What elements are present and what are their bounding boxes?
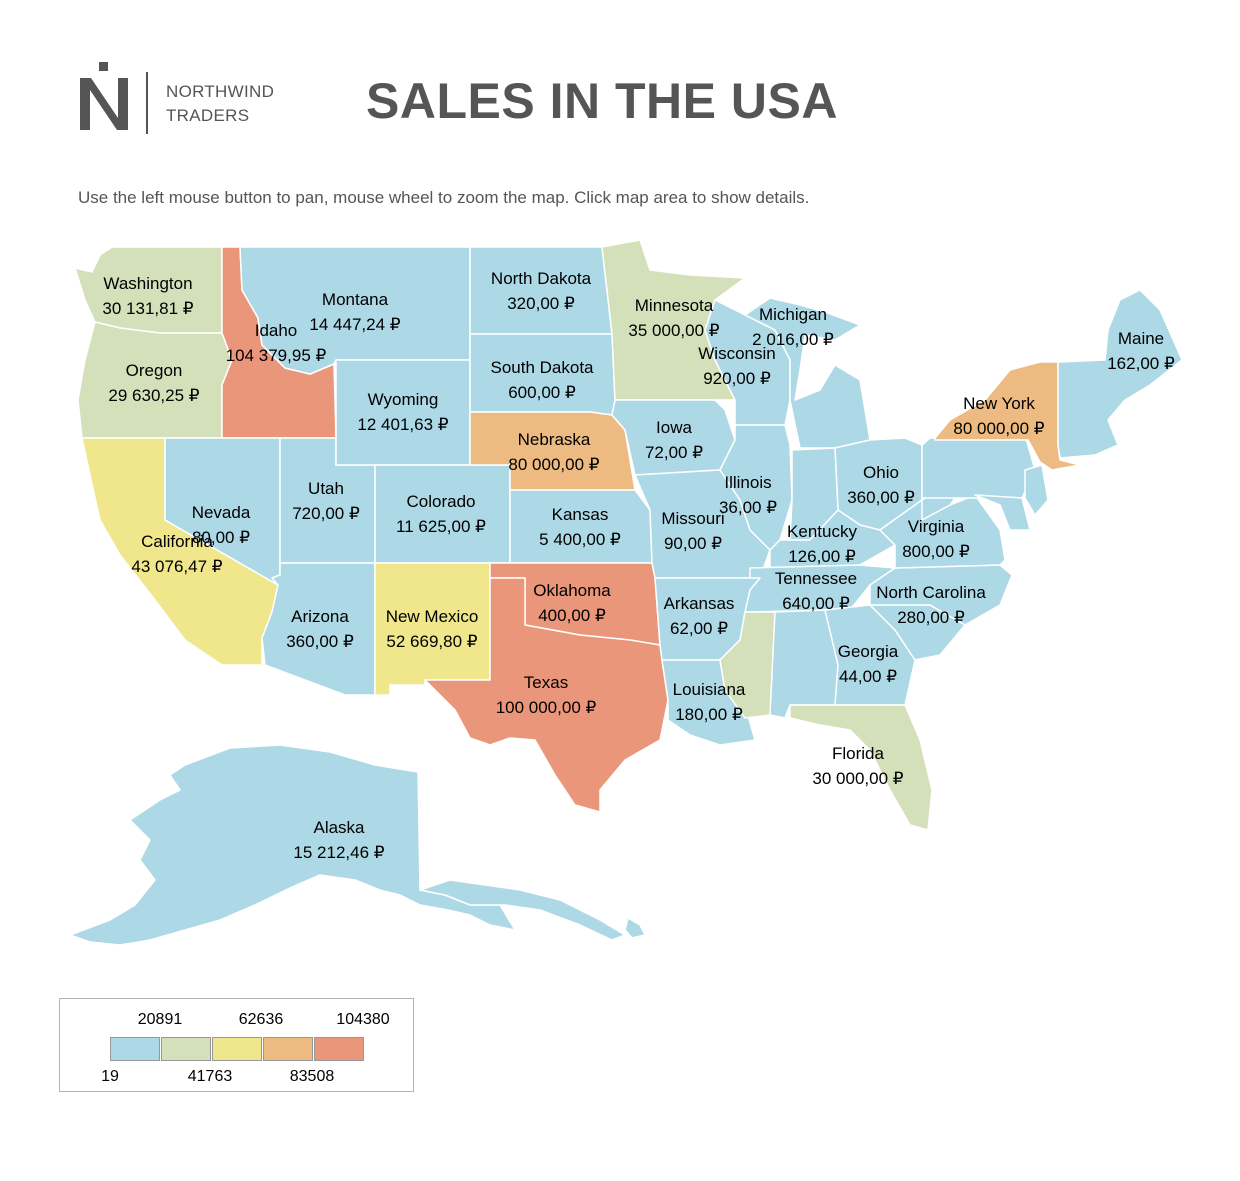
legend-tick-top-2: 62636	[238, 1011, 284, 1028]
state-oregon[interactable]	[77, 321, 233, 439]
legend-swatch-4	[263, 1037, 313, 1061]
legend-tick-bottom-2: 41763	[187, 1068, 233, 1085]
legend-tick-bottom-3: 83508	[289, 1068, 335, 1085]
state-florida[interactable]	[789, 704, 933, 831]
state-pennsylvania[interactable]	[921, 434, 1036, 499]
state-montana[interactable]	[239, 246, 471, 375]
state-north-dakota[interactable]	[469, 246, 613, 335]
state-new-england[interactable]	[1057, 289, 1183, 459]
legend-tick-top-1: 20891	[137, 1011, 183, 1028]
state-south-dakota[interactable]	[469, 333, 616, 416]
legend-swatch-5	[314, 1037, 364, 1061]
state-arizona[interactable]	[261, 562, 376, 696]
legend-swatch-2	[161, 1037, 211, 1061]
state-hawaii[interactable]	[624, 917, 646, 939]
state-kansas[interactable]	[509, 489, 653, 564]
state-wyoming[interactable]	[335, 359, 471, 466]
legend-tick-bottom-1: 19	[101, 1068, 119, 1085]
state-new-jersey[interactable]	[1024, 464, 1049, 516]
state-alaska[interactable]	[69, 744, 516, 946]
legend-tick-top-3: 104380	[336, 1011, 390, 1028]
state-alabama[interactable]	[769, 609, 839, 719]
legend-swatch-1	[110, 1037, 160, 1061]
state-colorado[interactable]	[374, 464, 511, 564]
legend-swatch-3	[212, 1037, 262, 1061]
color-legend: 20891 62636 104380 19 41763 83508	[59, 998, 414, 1092]
state-washington[interactable]	[74, 246, 223, 334]
state-new-mexico[interactable]	[374, 562, 491, 696]
